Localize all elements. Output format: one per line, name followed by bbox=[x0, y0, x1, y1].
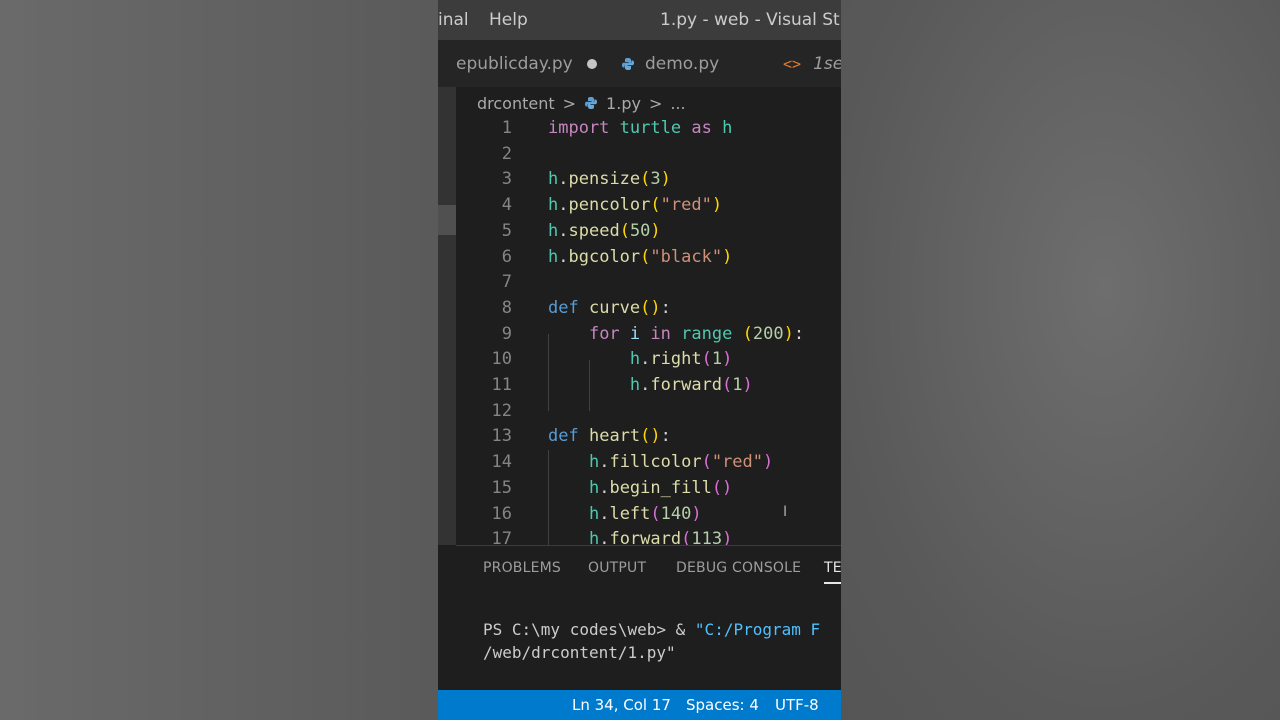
title-bar: inal Help 1.py - web - Visual Studio bbox=[438, 0, 841, 40]
tab-republicday[interactable]: epublicday.py bbox=[456, 40, 597, 87]
tab-demo[interactable]: demo.py bbox=[621, 40, 719, 87]
code-line: 11 h.forward(1) bbox=[491, 375, 753, 395]
tab-debug-console[interactable]: DEBUG CONSOLE bbox=[676, 560, 801, 576]
code-line: 1 import turtle as h bbox=[501, 118, 733, 138]
tab-bar: epublicday.py demo.py <> 1sel bbox=[438, 40, 841, 87]
code-line: 16 h.left(140) bbox=[491, 503, 702, 524]
python-icon bbox=[622, 57, 634, 70]
code-line: 15 h.begin_fill() bbox=[491, 477, 733, 498]
tab-label: 1sel bbox=[813, 53, 841, 74]
code-line: 3 h.pensize(3) bbox=[501, 169, 671, 190]
bottom-panel: PROBLEMS OUTPUT DEBUG CONSOLE TE PS C:\m… bbox=[456, 545, 841, 691]
breadcrumb-more[interactable]: ... bbox=[670, 94, 685, 113]
menu-help[interactable]: Help bbox=[489, 10, 528, 30]
activity-highlight[interactable] bbox=[438, 205, 456, 235]
python-icon bbox=[585, 97, 598, 109]
breadcrumb-folder[interactable]: drcontent bbox=[477, 94, 555, 113]
code-line: 5 h.speed(50) bbox=[501, 220, 661, 241]
terminal-line[interactable]: /web/drcontent/1.py" bbox=[483, 643, 676, 662]
tab-output[interactable]: OUTPUT bbox=[588, 560, 646, 576]
status-bar: Ln 34, Col 17 Spaces: 4 UTF-8 bbox=[438, 690, 841, 720]
chevron-right-icon: > bbox=[562, 93, 577, 113]
background-left bbox=[0, 0, 438, 720]
menu-terminal[interactable]: inal bbox=[438, 10, 469, 30]
background-right bbox=[841, 0, 1280, 720]
status-encoding[interactable]: UTF-8 bbox=[775, 696, 819, 714]
tab-terminal[interactable]: TE bbox=[824, 560, 841, 584]
code-line: 9 for i in range (200): bbox=[501, 323, 805, 344]
chevron-right-icon: > bbox=[648, 93, 663, 113]
code-line: 2 bbox=[501, 143, 512, 164]
terminal-line[interactable]: PS C:\my codes\web> & "C:/Program F bbox=[483, 620, 820, 639]
tab-problems[interactable]: PROBLEMS bbox=[483, 560, 561, 576]
tab-1selfie[interactable]: <> 1sel bbox=[783, 40, 841, 87]
code-line: 10 h.right(1) bbox=[491, 349, 733, 370]
status-cursor-position[interactable]: Ln 34, Col 17 bbox=[572, 696, 671, 714]
text-cursor-icon: I bbox=[783, 504, 788, 520]
code-line: 14 h.fillcolor("red") bbox=[491, 452, 774, 473]
html-icon: <> bbox=[783, 54, 802, 73]
window-title: 1.py - web - Visual Studio bbox=[660, 10, 841, 30]
tab-label: epublicday.py bbox=[456, 53, 573, 74]
status-indentation[interactable]: Spaces: 4 bbox=[686, 696, 759, 714]
code-line: 6 h.bgcolor("black") bbox=[501, 246, 733, 267]
code-line: 17 h.forward(113) bbox=[491, 529, 733, 545]
code-line: 12 bbox=[491, 400, 512, 421]
code-line: 8 def curve(): bbox=[501, 297, 671, 318]
activity-bar bbox=[438, 87, 456, 545]
code-line: 4 h.pencolor("red") bbox=[501, 195, 723, 216]
breadcrumb: drcontent > 1.py > ... bbox=[477, 91, 686, 115]
breadcrumb-file[interactable]: 1.py bbox=[606, 94, 641, 113]
code-editor[interactable]: 1 import turtle as h 2 3 h.pensize(3) 4 h.p… bbox=[456, 116, 841, 545]
code-line: 13 def heart(): bbox=[491, 426, 671, 447]
code-line: 7 bbox=[501, 272, 512, 293]
tab-label: demo.py bbox=[645, 53, 720, 74]
unsaved-dot-icon[interactable] bbox=[586, 58, 597, 69]
vscode-window: inal Help 1.py - web - Visual Studio epu… bbox=[438, 0, 841, 720]
